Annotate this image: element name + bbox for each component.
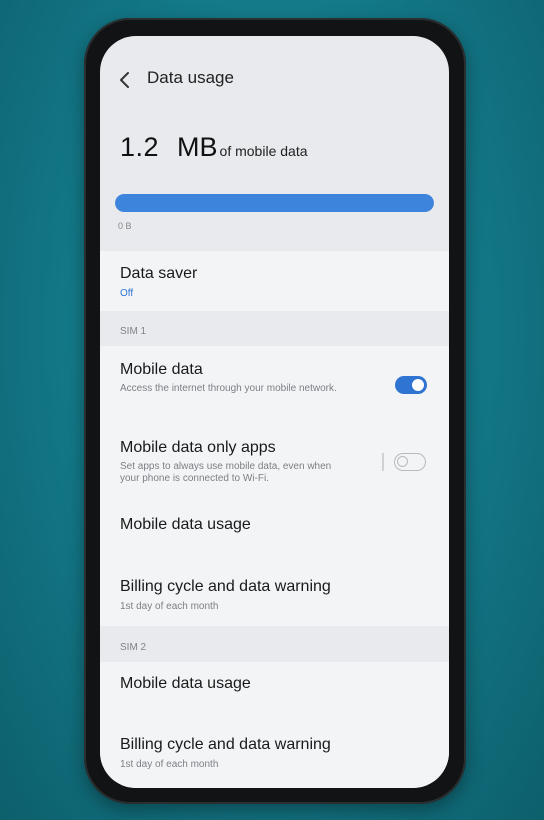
usage-amount: 1.2 (120, 132, 160, 162)
mobile-data-only-apps-toggle[interactable] (394, 453, 426, 471)
toggle-knob (412, 379, 424, 391)
usage-progress-bar (115, 194, 434, 212)
usage-unit: MB (177, 132, 218, 162)
data-saver-title: Data saver (120, 265, 198, 282)
screen: Data usage 1.2 MB of mobile data 0 B Data … (100, 36, 449, 788)
sim1-billing-detail: 1st day of each month (120, 601, 219, 612)
usage-summary: 1.2 MB of mobile data (120, 132, 308, 163)
usage-bar-min-label: 0 B (118, 221, 132, 231)
mobile-data-toggle[interactable] (395, 376, 427, 394)
data-saver-card[interactable]: Data saver Off (100, 251, 449, 311)
sim2-mobile-data-usage-title: Mobile data usage (120, 675, 251, 692)
mobile-data-description: Access the internet through your mobile … (120, 383, 337, 394)
back-arrow-icon[interactable] (118, 69, 132, 91)
toggle-separator (382, 453, 384, 471)
mobile-data-only-apps-description: Set apps to always use mobile data, even… (120, 461, 332, 484)
mobile-data-only-apps-row[interactable]: Mobile data only apps Set apps to always… (100, 424, 449, 502)
sim2-billing-detail: 1st day of each month (120, 759, 219, 770)
mobile-data-title: Mobile data (120, 361, 203, 378)
mobile-data-only-apps-title: Mobile data only apps (120, 439, 276, 456)
toggle-knob (397, 455, 408, 467)
sim2-billing-row[interactable]: Billing cycle and data warning 1st day o… (100, 726, 449, 786)
sim1-mobile-data-usage-row[interactable]: Mobile data usage (100, 506, 449, 558)
usage-progress-fill (115, 194, 434, 212)
sim1-billing-title: Billing cycle and data warning (120, 578, 331, 595)
sim2-card: Mobile data usage Billing cycle and data… (100, 662, 449, 788)
sim2-section-label: SIM 2 (120, 642, 147, 653)
mobile-data-row[interactable]: Mobile data Access the internet through … (100, 346, 449, 421)
sim1-billing-row[interactable]: Billing cycle and data warning 1st day o… (100, 568, 449, 626)
sim1-card: Mobile data Access the internet through … (100, 346, 449, 626)
sim1-section-label: SIM 1 (120, 326, 147, 337)
usage-suffix: of mobile data (219, 143, 308, 159)
page-title: Data usage (147, 68, 234, 87)
sim2-billing-title: Billing cycle and data warning (120, 736, 331, 753)
sim2-mobile-data-usage-row[interactable]: Mobile data usage (100, 662, 449, 717)
sim1-mobile-data-usage-title: Mobile data usage (120, 516, 251, 533)
data-saver-status: Off (120, 288, 134, 299)
app-header: Data usage (100, 36, 449, 126)
